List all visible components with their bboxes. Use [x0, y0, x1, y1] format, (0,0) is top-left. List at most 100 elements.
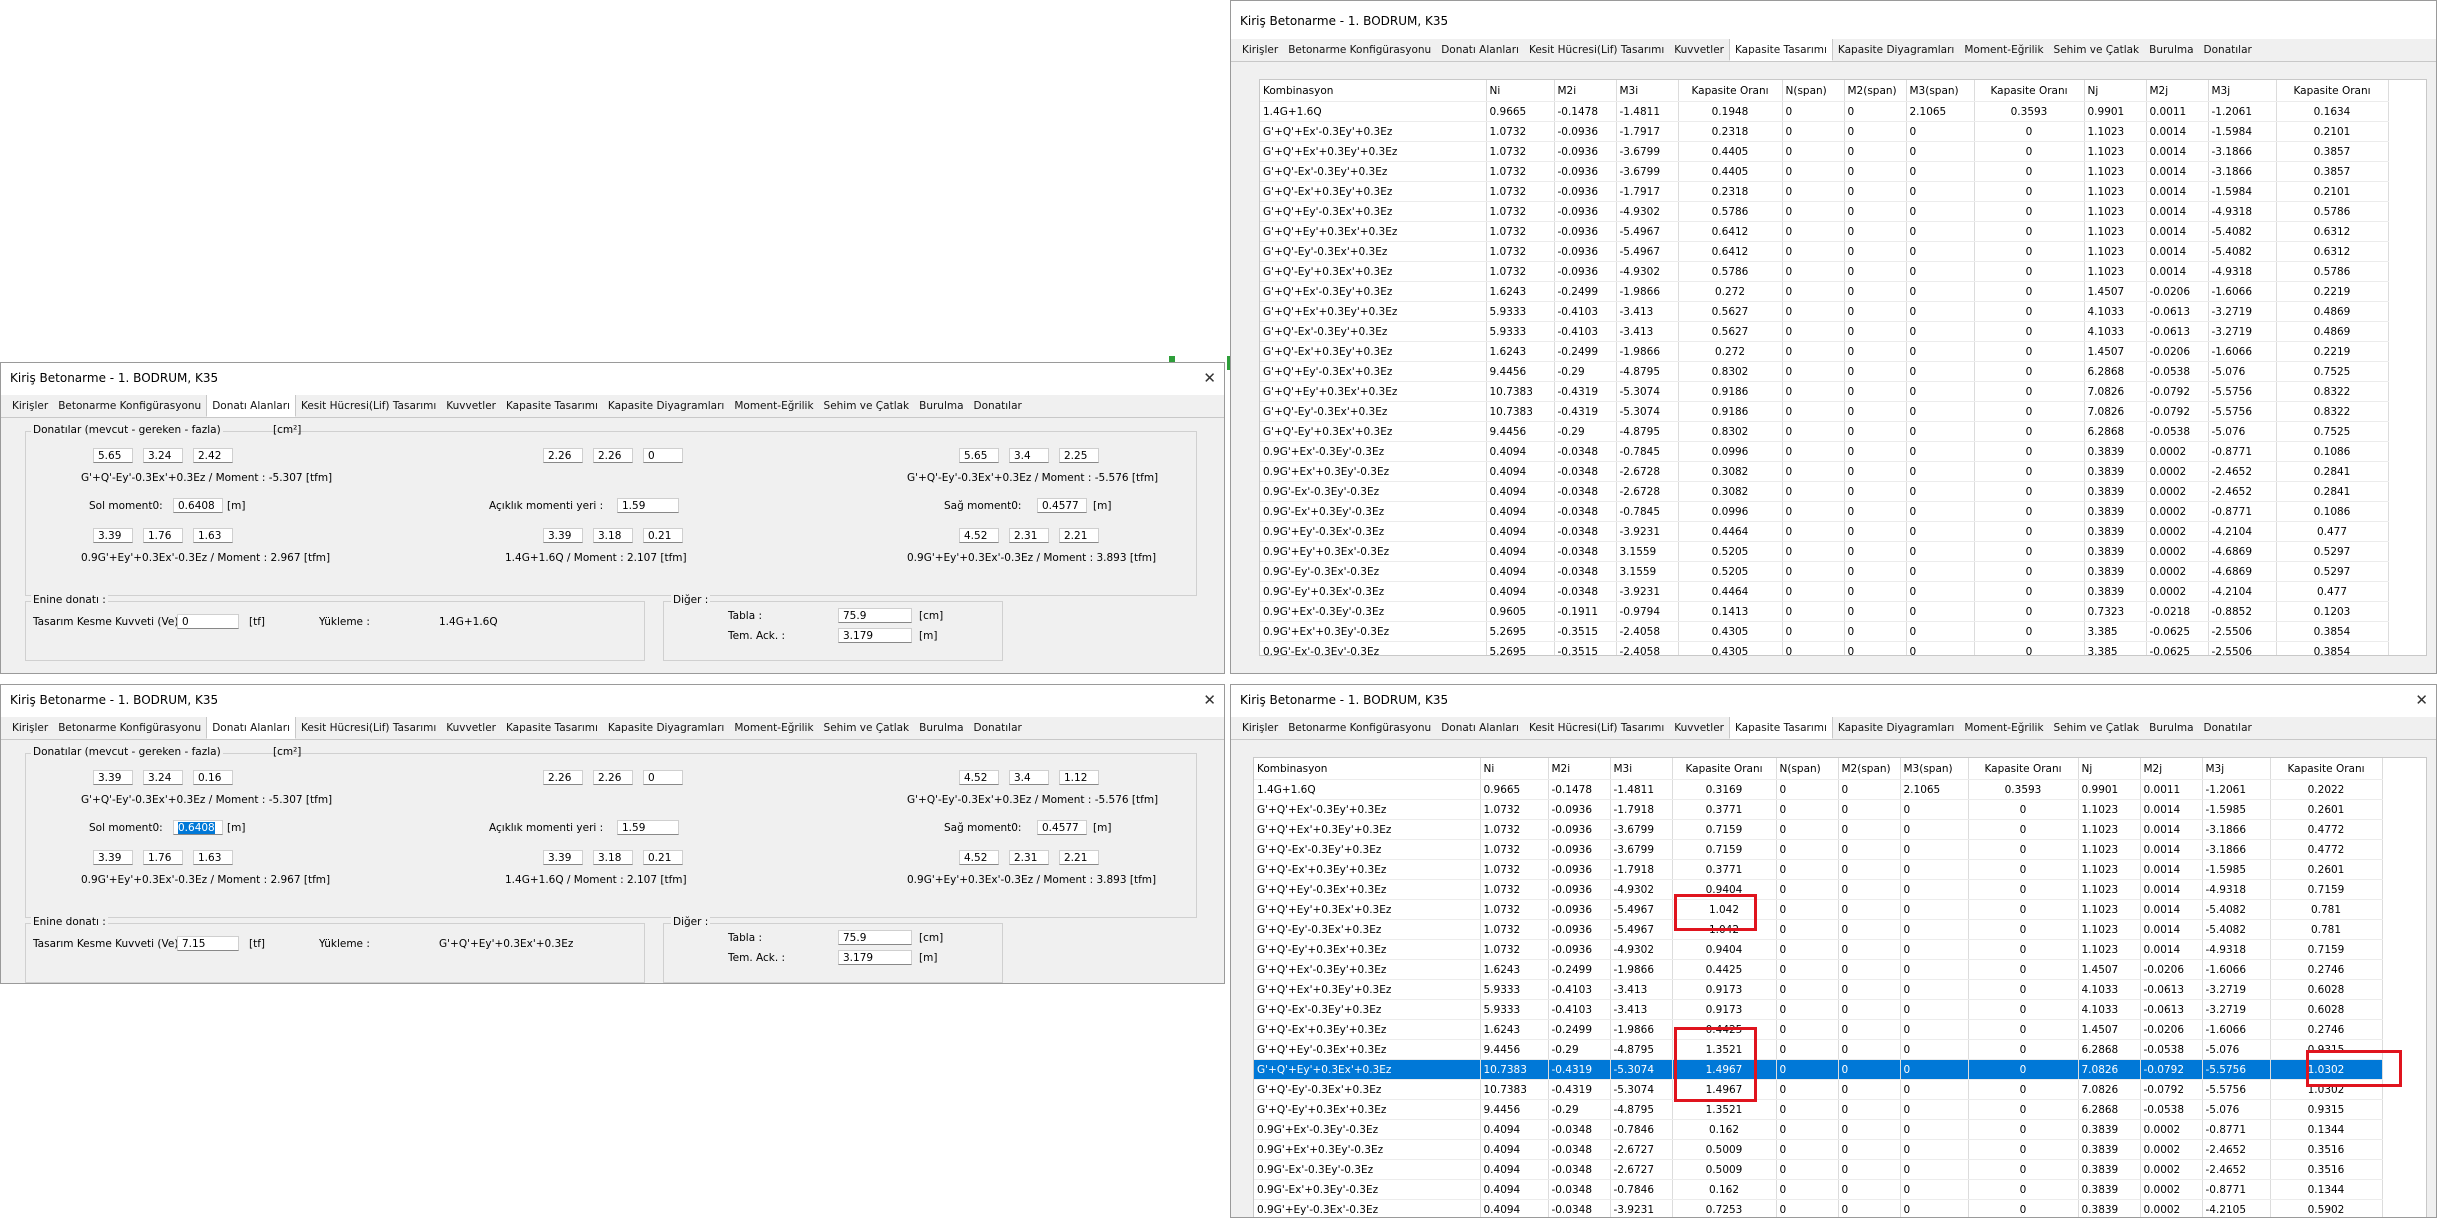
- table-row[interactable]: 0.9G'+Ex'+0.3Ey'-0.3Ez 5.2695 -0.3515 -2.40…: [1260, 621, 2389, 642]
- tab-donat-lar[interactable]: Donatılar: [969, 717, 1027, 739]
- tab-kapasite-diyagramlar-[interactable]: Kapasite Diyagramları: [1833, 717, 1959, 739]
- ve-field[interactable]: 0: [177, 614, 239, 629]
- tab-betonarme-konfig-rasyonu[interactable]: Betonarme Konfigürasyonu: [1283, 717, 1436, 739]
- sol-moment-field[interactable]: 0.6408: [173, 820, 223, 835]
- table-row[interactable]: G'+Q'-Ex'-0.3Ey'+0.3Ez 1.0732 -0.0936 -3.67…: [1254, 839, 2383, 860]
- tab-donat-lar[interactable]: Donatılar: [2199, 717, 2257, 739]
- area-field[interactable]: 2.26: [543, 448, 583, 463]
- tab-kiri-ler[interactable]: Kirişler: [1237, 39, 1283, 61]
- tab-sehim-ve-atlak[interactable]: Sehim ve Çatlak: [819, 717, 915, 739]
- table-row[interactable]: 0.9G'-Ex'-0.3Ey'-0.3Ez 0.4094 -0.0348 -2.67…: [1260, 481, 2389, 502]
- tab-kesit-h-cresi-lif-tasar-m-[interactable]: Kesit Hücresi(Lif) Tasarımı: [1524, 717, 1669, 739]
- table-row[interactable]: G'+Q'-Ey'+0.3Ex'+0.3Ez 1.0732 -0.0936 -4.93…: [1260, 261, 2389, 282]
- area-field[interactable]: 4.52: [959, 528, 999, 543]
- column-header[interactable]: N(span): [1782, 80, 1845, 102]
- area-field[interactable]: 4.52: [959, 770, 999, 785]
- table-row[interactable]: G'+Q'+Ey'-0.3Ex'+0.3Ez 9.4456 -0.29 -4.8795…: [1260, 361, 2389, 382]
- ve-field[interactable]: 7.15: [177, 936, 239, 951]
- area-field[interactable]: 5.65: [959, 448, 999, 463]
- table-row[interactable]: G'+Q'-Ex'+0.3Ey'+0.3Ez 1.0732 -0.0936 -1.79…: [1254, 859, 2383, 880]
- area-field[interactable]: 4.52: [959, 850, 999, 865]
- area-field[interactable]: 2.26: [543, 770, 583, 785]
- table-row[interactable]: G'+Q'+Ex'+0.3Ey'+0.3Ez 1.0732 -0.0936 -3.67…: [1254, 819, 2383, 840]
- area-field[interactable]: 1.12: [1059, 770, 1099, 785]
- tab-sehim-ve-atlak[interactable]: Sehim ve Çatlak: [819, 395, 915, 417]
- table-row[interactable]: G'+Q'+Ex'-0.3Ey'+0.3Ez 1.0732 -0.0936 -1.79…: [1260, 121, 2389, 142]
- tab-kapasite-tasar-m-[interactable]: Kapasite Tasarımı: [1728, 38, 1833, 61]
- area-field[interactable]: 1.76: [143, 528, 183, 543]
- area-field[interactable]: 3.4: [1009, 448, 1049, 463]
- area-field[interactable]: 1.76: [143, 850, 183, 865]
- tab-burulma[interactable]: Burulma: [2144, 717, 2198, 739]
- tab-moment-e-rilik[interactable]: Moment-Eğrilik: [1959, 39, 2048, 61]
- table-row[interactable]: G'+Q'+Ey'-0.3Ex'+0.3Ez 1.0732 -0.0936 -4.93…: [1260, 201, 2389, 222]
- table-row[interactable]: G'+Q'-Ey'-0.3Ex'+0.3Ez 10.7383 -0.4319 -5.3…: [1260, 401, 2389, 422]
- column-header[interactable]: Kapasite Oranı: [1678, 80, 1783, 102]
- tabla-field[interactable]: 75.9: [838, 930, 912, 945]
- table-row[interactable]: G'+Q'-Ey'+0.3Ex'+0.3Ez 9.4456 -0.29 -4.8795…: [1260, 421, 2389, 442]
- area-field[interactable]: 2.25: [1059, 448, 1099, 463]
- tab-kapasite-diyagramlar-[interactable]: Kapasite Diyagramları: [1833, 39, 1959, 61]
- column-header[interactable]: M3(span): [1906, 80, 1975, 102]
- table-row[interactable]: 1.4G+1.6Q 0.9665 -0.1478 -1.4811 0.1948 0 0 2.1…: [1260, 101, 2389, 122]
- tem-field[interactable]: 3.179: [838, 628, 912, 643]
- area-field[interactable]: 0: [643, 448, 683, 463]
- table-row[interactable]: 0.9G'-Ex'+0.3Ey'-0.3Ez 0.4094 -0.0348 -0.78…: [1254, 1179, 2383, 1200]
- area-field[interactable]: 2.31: [1009, 850, 1049, 865]
- column-header[interactable]: M2(span): [1844, 80, 1907, 102]
- tab-kiri-ler[interactable]: Kirişler: [7, 717, 53, 739]
- tab-kuvvetler[interactable]: Kuvvetler: [1669, 39, 1729, 61]
- area-field[interactable]: 2.21: [1059, 850, 1099, 865]
- table-row[interactable]: 0.9G'+Ex'-0.3Ey'-0.3Ez 0.4094 -0.0348 -0.78…: [1254, 1119, 2383, 1140]
- table-row[interactable]: G'+Q'+Ey'+0.3Ex'+0.3Ez 1.0732 -0.0936 -5.49…: [1260, 221, 2389, 242]
- aciklik-field[interactable]: 1.59: [617, 498, 679, 513]
- table-row[interactable]: G'+Q'-Ex'+0.3Ey'+0.3Ez 1.6243 -0.2499 -1.98…: [1260, 341, 2389, 362]
- close-icon[interactable]: ✕: [1203, 685, 1216, 715]
- table-row[interactable]: G'+Q'-Ey'+0.3Ex'+0.3Ez 1.0732 -0.0936 -4.93…: [1254, 939, 2383, 960]
- tab-betonarme-konfig-rasyonu[interactable]: Betonarme Konfigürasyonu: [1283, 39, 1436, 61]
- tab-donat-alanlar-[interactable]: Donatı Alanları: [206, 716, 296, 739]
- tab-moment-e-rilik[interactable]: Moment-Eğrilik: [729, 395, 818, 417]
- tab-moment-e-rilik[interactable]: Moment-Eğrilik: [729, 717, 818, 739]
- area-field[interactable]: 3.18: [593, 528, 633, 543]
- table-row[interactable]: 0.9G'+Ex'-0.3Ey'-0.3Ez 0.4094 -0.0348 -0.78…: [1260, 441, 2389, 462]
- area-field[interactable]: 3.18: [593, 850, 633, 865]
- tab-burulma[interactable]: Burulma: [914, 395, 968, 417]
- column-header[interactable]: Ni: [1486, 80, 1555, 102]
- column-header[interactable]: Kapasite Oranı: [1968, 758, 2079, 780]
- tab-moment-e-rilik[interactable]: Moment-Eğrilik: [1959, 717, 2048, 739]
- column-header[interactable]: M3j: [2202, 758, 2271, 780]
- table-row[interactable]: 0.9G'+Ey'-0.3Ex'-0.3Ez 0.4094 -0.0348 -3.92…: [1260, 521, 2389, 542]
- tab-kiri-ler[interactable]: Kirişler: [7, 395, 53, 417]
- tab-betonarme-konfig-rasyonu[interactable]: Betonarme Konfigürasyonu: [53, 717, 206, 739]
- table-row[interactable]: G'+Q'-Ey'-0.3Ex'+0.3Ez 1.0732 -0.0936 -5.49…: [1254, 919, 2383, 940]
- table-row[interactable]: G'+Q'+Ey'-0.3Ex'+0.3Ez 1.0732 -0.0936 -4.93…: [1254, 879, 2383, 900]
- column-header[interactable]: M2i: [1548, 758, 1611, 780]
- tab-burulma[interactable]: Burulma: [914, 717, 968, 739]
- tab-kapasite-diyagramlar-[interactable]: Kapasite Diyagramları: [603, 395, 729, 417]
- area-field[interactable]: 1.63: [193, 528, 233, 543]
- table-row[interactable]: G'+Q'-Ex'+0.3Ey'+0.3Ez 1.0732 -0.0936 -1.79…: [1260, 181, 2389, 202]
- table-row[interactable]: 0.9G'+Ex'-0.3Ey'-0.3Ez 0.9605 -0.1911 -0.97…: [1260, 601, 2389, 622]
- column-header[interactable]: Kapasite Oranı: [1672, 758, 1777, 780]
- tab-donat-alanlar-[interactable]: Donatı Alanları: [1436, 717, 1524, 739]
- tab-burulma[interactable]: Burulma: [2144, 39, 2198, 61]
- column-header[interactable]: Kombinasyon: [1254, 758, 1481, 780]
- table-row[interactable]: 0.9G'-Ey'-0.3Ex'-0.3Ez 0.4094 -0.0348 3.155…: [1260, 561, 2389, 582]
- table-row[interactable]: G'+Q'+Ex'+0.3Ey'+0.3Ez 1.0732 -0.0936 -3.67…: [1260, 141, 2389, 162]
- table-row[interactable]: G'+Q'+Ex'+0.3Ey'+0.3Ez 5.9333 -0.4103 -3.41…: [1260, 301, 2389, 322]
- area-field[interactable]: 1.63: [193, 850, 233, 865]
- column-header[interactable]: N(span): [1776, 758, 1839, 780]
- tab-donat-alanlar-[interactable]: Donatı Alanları: [206, 394, 296, 417]
- column-header[interactable]: Ni: [1480, 758, 1549, 780]
- column-header[interactable]: Nj: [2078, 758, 2141, 780]
- area-field[interactable]: 2.21: [1059, 528, 1099, 543]
- area-field[interactable]: 2.31: [1009, 528, 1049, 543]
- tab-donat-lar[interactable]: Donatılar: [969, 395, 1027, 417]
- tab-kuvvetler[interactable]: Kuvvetler: [1669, 717, 1729, 739]
- table-row[interactable]: G'+Q'-Ex'-0.3Ey'+0.3Ez 5.9333 -0.4103 -3.41…: [1254, 999, 2383, 1020]
- area-field[interactable]: 3.4: [1009, 770, 1049, 785]
- area-field[interactable]: 0.16: [193, 770, 233, 785]
- tab-sehim-ve-atlak[interactable]: Sehim ve Çatlak: [2049, 717, 2145, 739]
- area-field[interactable]: 0: [643, 770, 683, 785]
